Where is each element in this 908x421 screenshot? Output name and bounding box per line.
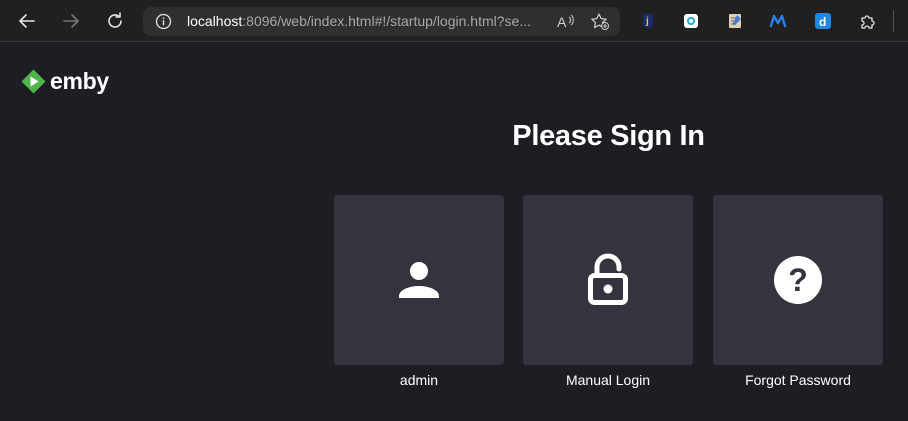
forgot-password-tile[interactable]: ? [713, 195, 883, 365]
address-bar[interactable]: localhost:8096/web/index.html#!/startup/… [143, 7, 620, 36]
svg-text:d: d [819, 15, 826, 29]
extension-j-icon[interactable]: j [638, 11, 658, 31]
svg-text:j: j [645, 16, 649, 27]
user-card-label[interactable]: admin [334, 372, 504, 388]
url-text[interactable]: localhost:8096/web/index.html#!/startup/… [187, 7, 531, 36]
manual-login-tile[interactable] [523, 195, 693, 365]
back-button[interactable] [7, 0, 47, 42]
extension-m-icon[interactable] [768, 11, 788, 31]
read-aloud-icon[interactable]: A [556, 12, 576, 31]
url-host: localhost [187, 13, 243, 29]
forgot-password-label[interactable]: Forgot Password [713, 372, 883, 388]
page-title: Please Sign In [512, 120, 705, 152]
emby-logo[interactable]: emby [20, 68, 109, 95]
arrow-right-icon [63, 14, 79, 28]
arrow-left-icon [19, 14, 35, 28]
extension-d-icon[interactable]: d [813, 11, 833, 31]
user-tile[interactable] [334, 195, 504, 365]
manual-login-card[interactable]: Manual Login [523, 195, 693, 388]
user-icon [399, 262, 439, 298]
svg-text:A: A [557, 14, 567, 30]
help-circle-icon: ? [774, 256, 822, 304]
manual-login-label[interactable]: Manual Login [523, 372, 693, 388]
extensions-puzzle-icon[interactable] [858, 11, 878, 31]
favorite-star-icon[interactable] [590, 12, 610, 31]
unlock-icon [588, 253, 628, 305]
emby-logo-icon [21, 69, 46, 94]
url-path: :8096/web/index.html#!/startup/login.htm… [242, 13, 531, 29]
browser-toolbar: localhost:8096/web/index.html#!/startup/… [0, 0, 908, 42]
refresh-button[interactable] [95, 0, 135, 42]
extension-notepad-icon[interactable] [725, 11, 745, 31]
logo-text: emby [50, 68, 109, 94]
toolbar-divider [893, 10, 894, 32]
forgot-password-card[interactable]: ? Forgot Password [713, 195, 883, 388]
refresh-icon [108, 12, 122, 28]
svg-text:?: ? [788, 262, 808, 298]
user-card-admin[interactable]: admin [334, 195, 504, 388]
site-info-icon[interactable] [155, 13, 172, 30]
extension-camera-icon[interactable] [681, 11, 701, 31]
forward-button[interactable] [51, 0, 91, 42]
